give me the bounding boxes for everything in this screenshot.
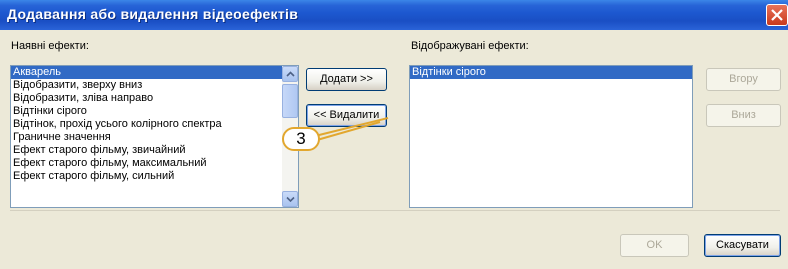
list-item[interactable]: Ефект старого фільму, звичайний xyxy=(11,144,298,157)
dialog-window: Додавання або видалення відеоефектів Ная… xyxy=(0,0,788,269)
title-bar: Додавання або видалення відеоефектів xyxy=(0,0,788,30)
add-button[interactable]: Додати >> xyxy=(306,68,387,91)
list-item[interactable]: Акварель xyxy=(11,66,298,79)
displayed-effects-list[interactable]: Відтінки сірого xyxy=(409,65,693,208)
list-item[interactable]: Відтінки сірого xyxy=(11,105,298,118)
list-item[interactable]: Відобразити, зверху вниз xyxy=(11,79,298,92)
move-down-button[interactable]: Вниз xyxy=(706,104,781,127)
list-item[interactable]: Ефект старого фільму, сильний xyxy=(11,170,298,183)
available-effects-list[interactable]: Акварель Відобразити, зверху вниз Відобраз… xyxy=(10,65,299,208)
window-title: Додавання або видалення відеоефектів xyxy=(7,6,299,22)
move-up-button[interactable]: Вгору xyxy=(706,68,781,91)
list-item[interactable]: Відобразити, зліва направо xyxy=(11,92,298,105)
chevron-down-icon xyxy=(286,196,295,202)
list-item[interactable]: Граничне значення xyxy=(11,131,298,144)
list-item[interactable]: Відтінки сірого xyxy=(410,66,692,79)
list-item[interactable]: Відтінок, прохід усього колірного спектр… xyxy=(11,118,298,131)
ok-button[interactable]: OK xyxy=(620,234,689,257)
available-effects-label: Наявні ефекти: xyxy=(11,40,89,52)
step-number-callout: 3 xyxy=(282,127,320,151)
close-button[interactable] xyxy=(766,4,788,26)
chevron-up-icon xyxy=(286,71,295,77)
list-item[interactable]: Ефект старого фільму, максимальний xyxy=(11,157,298,170)
cancel-button[interactable]: Скасувати xyxy=(704,234,781,257)
displayed-effects-label: Відображувані ефекти: xyxy=(411,40,529,52)
close-icon xyxy=(771,9,783,21)
scroll-up-button[interactable] xyxy=(282,66,298,82)
scroll-down-button[interactable] xyxy=(282,191,298,207)
separator xyxy=(10,210,780,211)
